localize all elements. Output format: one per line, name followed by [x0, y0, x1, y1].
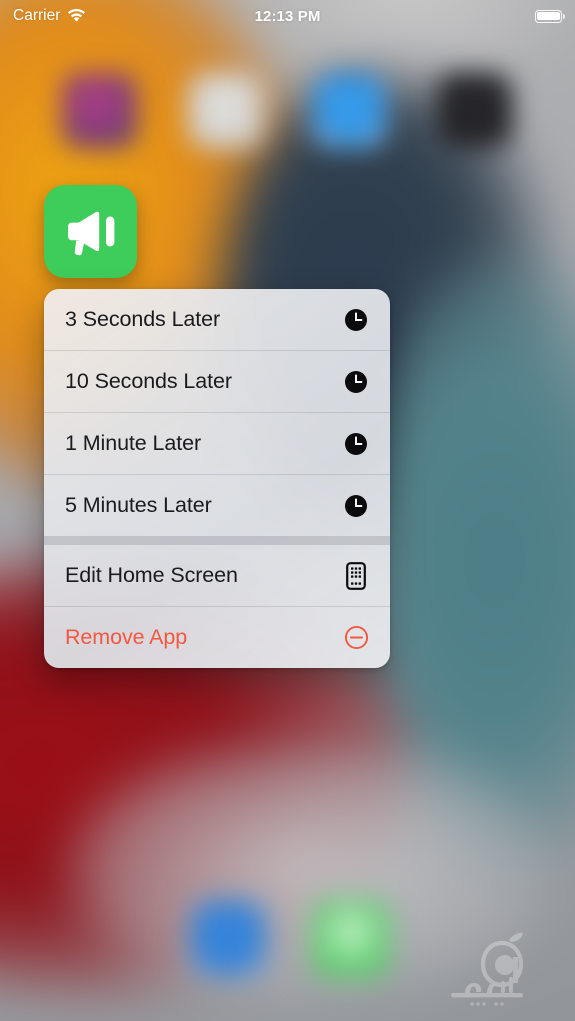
clock-label: 12:13 PM [254, 7, 321, 25]
app-context-menu[interactable]: 3 Seconds Later 10 Seconds Later 1 Minut… [44, 289, 390, 668]
clock-icon [343, 431, 369, 457]
context-menu-item-remove-app[interactable]: Remove App [44, 607, 390, 668]
status-bar-right [320, 9, 565, 23]
context-menu-item-label: 10 Seconds Later [65, 369, 232, 393]
context-menu-item-5-minutes-later[interactable]: 5 Minutes Later [44, 475, 390, 536]
context-menu-item-label: 5 Minutes Later [65, 493, 212, 517]
minus-circle-icon [343, 625, 369, 651]
carrier-label: Carrier [13, 7, 61, 24]
context-menu-item-1-minute-later[interactable]: 1 Minute Later [44, 413, 390, 474]
context-menu-item-10-seconds-later[interactable]: 10 Seconds Later [44, 351, 390, 412]
clock-icon [343, 493, 369, 519]
megaphone-icon [62, 206, 120, 258]
context-menu-item-label: Edit Home Screen [65, 563, 238, 587]
status-bar: Carrier 12:13 PM [0, 0, 575, 32]
context-menu-group-separator [44, 536, 390, 545]
context-menu-item-edit-home-screen[interactable]: Edit Home Screen [44, 545, 390, 606]
edit-home-screen-icon [343, 561, 369, 590]
context-menu-item-3-seconds-later[interactable]: 3 Seconds Later [44, 289, 390, 350]
battery-full-icon [535, 9, 565, 23]
context-menu-item-label: 3 Seconds Later [65, 307, 221, 331]
bg-app-icon-notes [188, 73, 263, 148]
bg-app-icon-settings [437, 73, 512, 148]
site-watermark [443, 927, 561, 1011]
wifi-icon [67, 9, 86, 23]
app-icon-announcement[interactable] [44, 185, 137, 278]
bg-app-icon-safari [312, 73, 387, 148]
clock-icon [343, 369, 369, 395]
bg-app-icon-photos [62, 73, 137, 148]
context-menu-item-label: 1 Minute Later [65, 431, 202, 455]
dock-app-icon-phone [312, 900, 390, 978]
dock-app-icon-messages [190, 900, 268, 978]
clock-icon [343, 307, 369, 333]
iphone-home-screen: Carrier 12:13 PM 3 Seconds Later 10 Seco… [0, 0, 575, 1021]
context-menu-item-label: Remove App [65, 625, 188, 649]
status-bar-left: Carrier [13, 7, 255, 25]
